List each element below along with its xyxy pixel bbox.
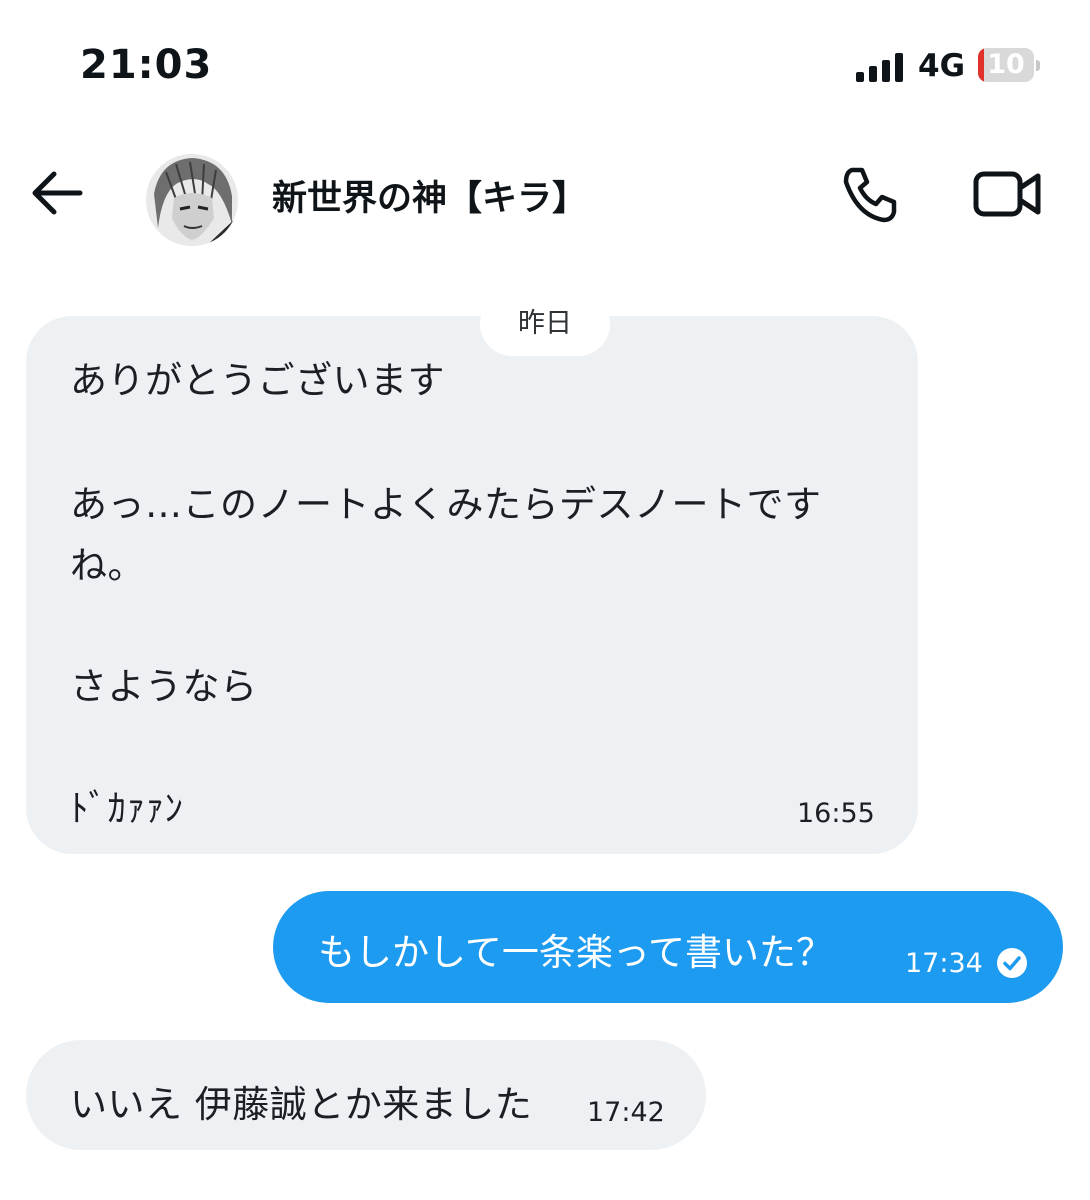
status-time: 21:03 xyxy=(80,42,213,88)
back-arrow-icon[interactable] xyxy=(30,168,86,218)
message-text: もしかして一条楽って書いた？ xyxy=(318,931,834,974)
signal-bars-icon xyxy=(856,52,906,82)
message-time: 17:42 xyxy=(587,1097,665,1128)
message-line: さようなら xyxy=(70,665,258,708)
battery-icon: 10 xyxy=(978,48,1040,84)
battery-level: 10 xyxy=(987,49,1025,80)
date-separator: 昨日 xyxy=(480,292,610,356)
message-line: ありがとうございます xyxy=(70,359,445,402)
message-text: いいえ 伊藤誠とか来ました xyxy=(70,1083,533,1126)
contact-name[interactable]: 新世界の神【キラ】 xyxy=(272,170,587,221)
message-time: 17:34 xyxy=(905,948,983,979)
message-line: ね。 xyxy=(70,544,145,587)
message-line: あっ…このノートよくみたらデスノートです xyxy=(70,483,822,526)
avatar[interactable] xyxy=(146,154,238,246)
message-line: ﾄﾞｶｧｧﾝ xyxy=(70,787,184,830)
network-type: 4G xyxy=(918,48,966,84)
video-camera-icon[interactable] xyxy=(972,164,1044,224)
phone-icon[interactable] xyxy=(838,162,902,226)
message-time: 16:55 xyxy=(797,798,875,829)
read-check-icon xyxy=(997,948,1027,978)
